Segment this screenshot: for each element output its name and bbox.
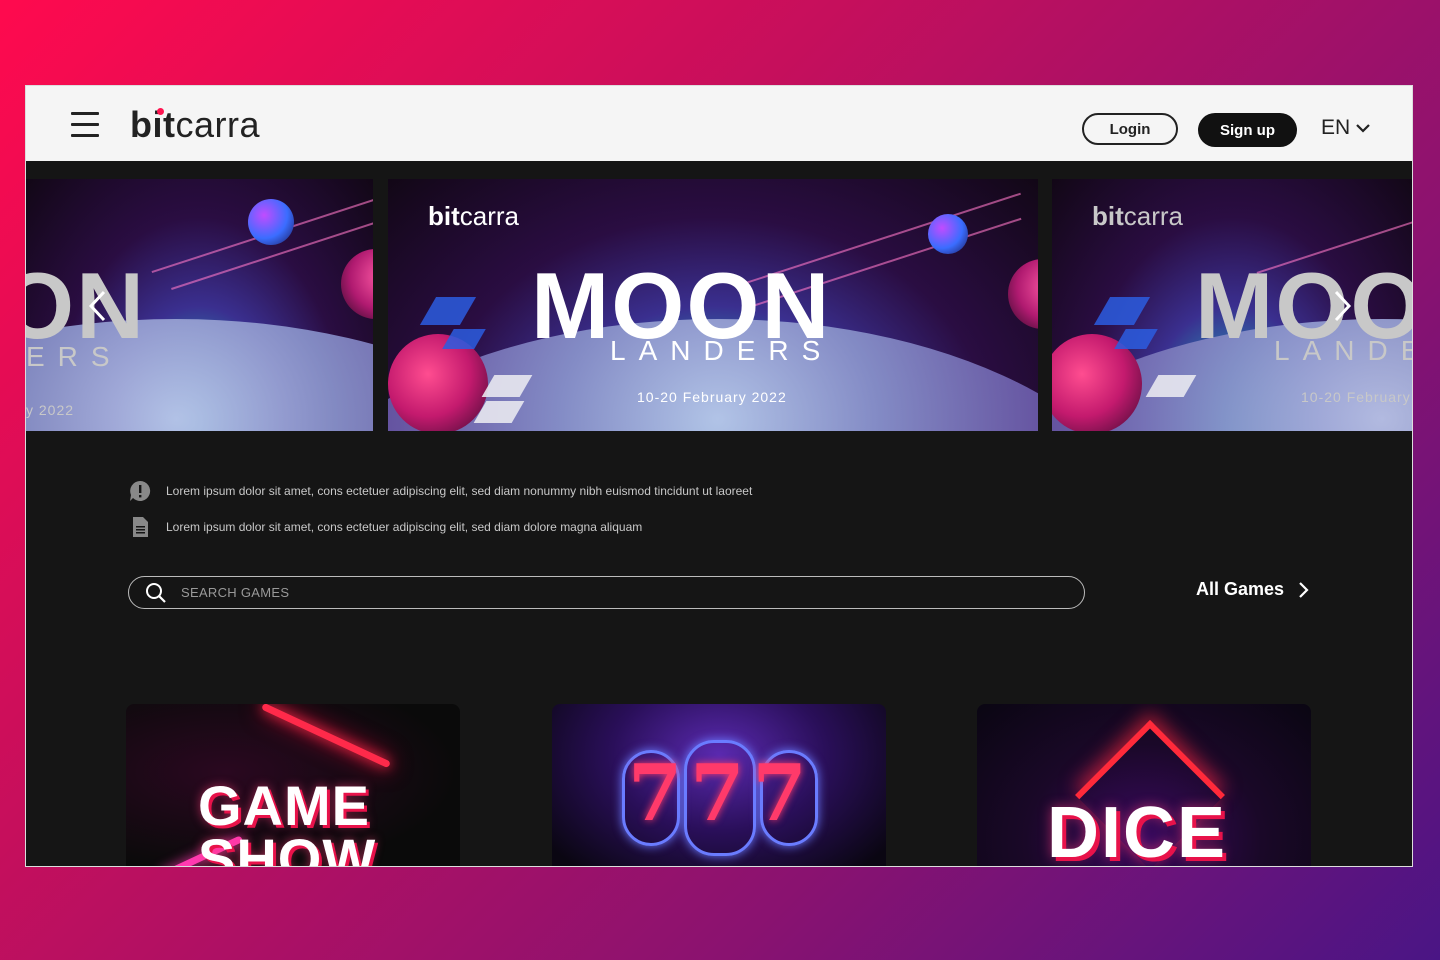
chevron-right-icon	[1299, 581, 1309, 598]
game-card-game-show[interactable]: GAME SHOW	[126, 704, 460, 867]
notice-row: Lorem ipsum dolor sit amet, cons ectetue…	[128, 515, 642, 539]
all-games-link[interactable]: All Games	[1196, 579, 1310, 600]
carousel-next-arrow[interactable]	[1332, 289, 1354, 323]
banner-subtitle: ERS	[26, 341, 123, 372]
notice-row: Lorem ipsum dolor sit amet, cons ectetue…	[128, 479, 752, 503]
banner-slide-prev[interactable]: ON ERS y 2022	[26, 179, 373, 431]
search-input[interactable]	[179, 584, 1033, 601]
logo-carra: carra	[175, 104, 261, 145]
logo-dot	[157, 108, 164, 115]
banner-slide-active[interactable]: bitcarra MOON LANDERS 10-20 February 202…	[388, 179, 1038, 431]
app-window: bitcarra Login Sign up EN ON ERS y 2022	[25, 85, 1413, 867]
brand-logo[interactable]: bitcarra	[130, 104, 260, 146]
game-show-title: GAME SHOW	[198, 774, 377, 867]
banner-subtitle: LANDERS	[610, 335, 834, 366]
search-icon	[146, 582, 166, 603]
document-icon	[133, 517, 148, 537]
notice-text: Lorem ipsum dolor sit amet, cons ectetue…	[166, 520, 643, 534]
dice-title: DICE	[1047, 793, 1228, 867]
banner-dates: 10-20 February 2022	[637, 389, 787, 405]
notice-text: Lorem ipsum dolor sit amet, cons ectetue…	[166, 484, 753, 498]
slots-title: 777	[628, 748, 815, 839]
banner-dates: y 2022	[26, 402, 75, 418]
login-button[interactable]: Login	[1082, 113, 1178, 145]
language-selector[interactable]: EN	[1321, 116, 1371, 140]
chevron-down-icon	[1356, 124, 1370, 133]
language-label: EN	[1321, 116, 1351, 139]
banner-subtitle: LANDE	[1274, 335, 1412, 366]
carousel-prev-arrow[interactable]	[86, 289, 108, 323]
banner-dates: 10-20 February	[1301, 389, 1411, 405]
all-games-label: All Games	[1196, 579, 1285, 599]
game-card-slots[interactable]: 777	[552, 704, 886, 866]
banner-logo: bitcarra	[428, 201, 520, 231]
banner-logo: bitcarra	[1092, 201, 1184, 231]
search-bar[interactable]	[128, 576, 1085, 609]
logo-bit: bit	[130, 104, 176, 145]
menu-icon[interactable]	[71, 112, 99, 137]
game-card-dice[interactable]: DICE	[977, 704, 1311, 867]
top-header: bitcarra Login Sign up EN	[26, 86, 1412, 161]
alert-bubble-icon	[130, 480, 151, 501]
signup-button[interactable]: Sign up	[1198, 113, 1297, 147]
banner-slide-next[interactable]: bitcarra MOO LANDE 10-20 February	[1052, 179, 1412, 431]
